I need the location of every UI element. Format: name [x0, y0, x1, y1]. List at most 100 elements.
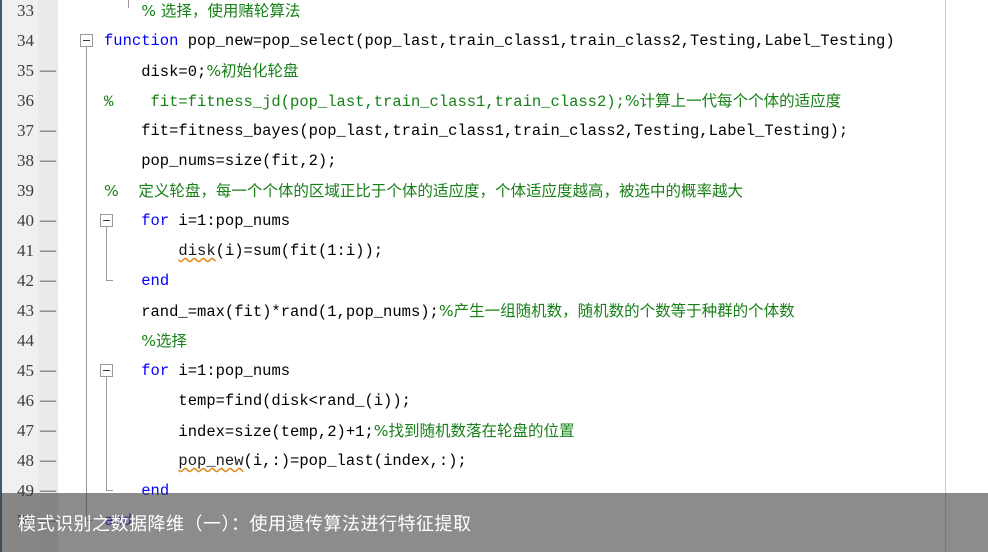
line-number: 33: [17, 1, 34, 20]
fold-guide-line: [86, 86, 87, 116]
code-fold-control[interactable]: [79, 446, 107, 476]
code-line[interactable]: 33 % 选择，使用赌轮算法: [0, 0, 988, 26]
code-text[interactable]: fit=fitness_bayes(pop_last,train_class1,…: [104, 116, 988, 146]
code-token: % fit=fitness_jd(pop_last,train_class1,t…: [104, 93, 625, 111]
code-line[interactable]: 43 — rand_=max(fit)*rand(1,pop_nums);%产生一…: [0, 296, 988, 326]
line-number: 42: [17, 271, 34, 290]
code-fold-control[interactable]: [79, 26, 99, 56]
code-token: pop_nums=size(fit,2);: [104, 152, 337, 170]
code-token: % 选择，使用赌轮算法: [141, 2, 301, 20]
line-number: 45: [17, 361, 34, 380]
code-fold-control[interactable]: [79, 416, 107, 446]
caption-title: 模式识别之数据降维（一）：使用遗传算法进行特征提取: [18, 513, 472, 535]
code-line[interactable]: 36 % fit=fitness_jd(pop_last,train_class1…: [0, 86, 988, 116]
code-fold-control[interactable]: [79, 116, 99, 146]
code-line[interactable]: 34 function pop_new=pop_select(pop_last,t…: [0, 26, 988, 56]
code-token: %初始化轮盘: [206, 62, 299, 80]
code-text[interactable]: index=size(temp,2)+1;%找到随机数落在轮盘的位置: [104, 416, 988, 447]
breakpoint-marker[interactable]: —: [40, 296, 56, 326]
code-token: %找到随机数落在轮盘的位置: [373, 422, 575, 440]
fold-guide-line: [86, 266, 87, 296]
line-number: 40: [17, 211, 34, 230]
code-fold-control[interactable]: [79, 326, 99, 356]
line-number: 46: [17, 391, 34, 410]
code-text[interactable]: % fit=fitness_jd(pop_last,train_class1,t…: [104, 86, 988, 117]
breakpoint-marker[interactable]: —: [40, 146, 56, 176]
breakpoint-marker[interactable]: —: [40, 446, 56, 476]
code-line[interactable]: 47 — index=size(temp,2)+1;%找到随机数落在轮盘的位置: [0, 416, 988, 446]
code-line[interactable]: 39 % 定义轮盘，每一个个体的区域正比于个体的适应度，个体适应度越高，被选中的概…: [0, 176, 988, 206]
code-text[interactable]: function pop_new=pop_select(pop_last,tra…: [104, 26, 988, 56]
code-text[interactable]: for i=1:pop_nums: [104, 356, 988, 386]
code-text[interactable]: disk(i)=sum(fit(1:i));: [104, 236, 988, 266]
breakpoint-marker[interactable]: —: [40, 206, 56, 236]
code-text[interactable]: disk=0;%初始化轮盘: [104, 56, 988, 87]
code-fold-control[interactable]: [79, 206, 113, 236]
code-token: rand_=max(fit)*rand(1,pop_nums);: [104, 303, 439, 321]
code-fold-control[interactable]: [79, 0, 99, 26]
fold-guide-line: [86, 116, 87, 146]
code-text[interactable]: end: [104, 266, 988, 296]
fold-guide-line: [86, 146, 87, 176]
code-line[interactable]: 41 — disk(i)=sum(fit(1:i));: [0, 236, 988, 266]
fold-guide-line: [86, 416, 87, 446]
code-line[interactable]: 46 — temp=find(disk<rand_(i));: [0, 386, 988, 416]
code-line[interactable]: 37 — fit=fitness_bayes(pop_last,train_cla…: [0, 116, 988, 146]
breakpoint-marker[interactable]: —: [40, 266, 56, 296]
code-fold-control[interactable]: [79, 266, 113, 296]
code-token: pop_new: [178, 452, 244, 470]
code-text[interactable]: temp=find(disk<rand_(i));: [104, 386, 988, 416]
line-number: 34: [17, 31, 34, 50]
line-number: 38: [17, 151, 34, 170]
fold-guide-line: [86, 356, 87, 386]
breakpoint-marker[interactable]: —: [40, 116, 56, 146]
line-number: 39: [17, 181, 34, 200]
code-token: i=1:pop_nums: [169, 362, 291, 380]
code-fold-control[interactable]: [79, 86, 99, 116]
code-text[interactable]: rand_=max(fit)*rand(1,pop_nums);%产生一组随机数…: [104, 296, 988, 327]
code-text[interactable]: % 定义轮盘，每一个个体的区域正比于个体的适应度，个体适应度越高，被选中的概率越…: [104, 176, 988, 207]
line-number: 35: [17, 61, 34, 80]
breakpoint-marker[interactable]: —: [40, 386, 56, 416]
code-text[interactable]: pop_nums=size(fit,2);: [104, 146, 988, 176]
code-line[interactable]: 48 — pop_new(i,:)=pop_last(index,:);: [0, 446, 988, 476]
code-fold-control[interactable]: [79, 356, 113, 386]
breakpoint-marker[interactable]: —: [40, 416, 56, 446]
code-fold-control[interactable]: [79, 236, 107, 266]
code-text[interactable]: %选择: [104, 326, 988, 357]
code-token: index=size(temp,2)+1;: [104, 423, 374, 441]
code-token: %计算上一代每个个体的适应度: [624, 92, 842, 110]
breakpoint-marker[interactable]: —: [40, 356, 56, 386]
code-token: % 定义轮盘，每一个个体的区域正比于个体的适应度，个体适应度越高，被选中的概率越…: [104, 182, 743, 200]
code-text[interactable]: % 选择，使用赌轮算法: [104, 0, 988, 27]
code-line[interactable]: 44 %选择: [0, 326, 988, 356]
line-number: 44: [17, 331, 34, 350]
code-fold-control[interactable]: [79, 176, 99, 206]
breakpoint-marker[interactable]: —: [40, 236, 56, 266]
fold-guide-line: [86, 206, 87, 236]
code-editor[interactable]: 33 % 选择，使用赌轮算法 34 function pop_new=pop_sel…: [0, 0, 988, 552]
code-token: for: [141, 362, 170, 380]
fold-guide-line: [86, 176, 87, 206]
code-line[interactable]: 45 — for i=1:pop_nums: [0, 356, 988, 386]
code-text[interactable]: for i=1:pop_nums: [104, 206, 988, 236]
fold-toggle-icon[interactable]: [80, 34, 93, 47]
breakpoint-marker[interactable]: —: [40, 56, 56, 86]
code-lines[interactable]: 33 % 选择，使用赌轮算法 34 function pop_new=pop_sel…: [0, 0, 988, 536]
code-line[interactable]: 42 — end: [0, 266, 988, 296]
code-fold-control[interactable]: [79, 146, 99, 176]
code-line[interactable]: 38 — pop_nums=size(fit,2);: [0, 146, 988, 176]
code-text[interactable]: pop_new(i,:)=pop_last(index,:);: [104, 446, 988, 476]
code-fold-control[interactable]: [79, 386, 107, 416]
code-line[interactable]: 35 — disk=0;%初始化轮盘: [0, 56, 988, 86]
code-line[interactable]: 40 — for i=1:pop_nums: [0, 206, 988, 236]
fold-guide-line: [86, 326, 87, 356]
code-token: (i)=sum(fit(1:i));: [215, 242, 384, 260]
code-fold-control[interactable]: [79, 56, 99, 86]
fold-guide-line: [86, 386, 87, 416]
code-fold-control[interactable]: [79, 296, 99, 326]
